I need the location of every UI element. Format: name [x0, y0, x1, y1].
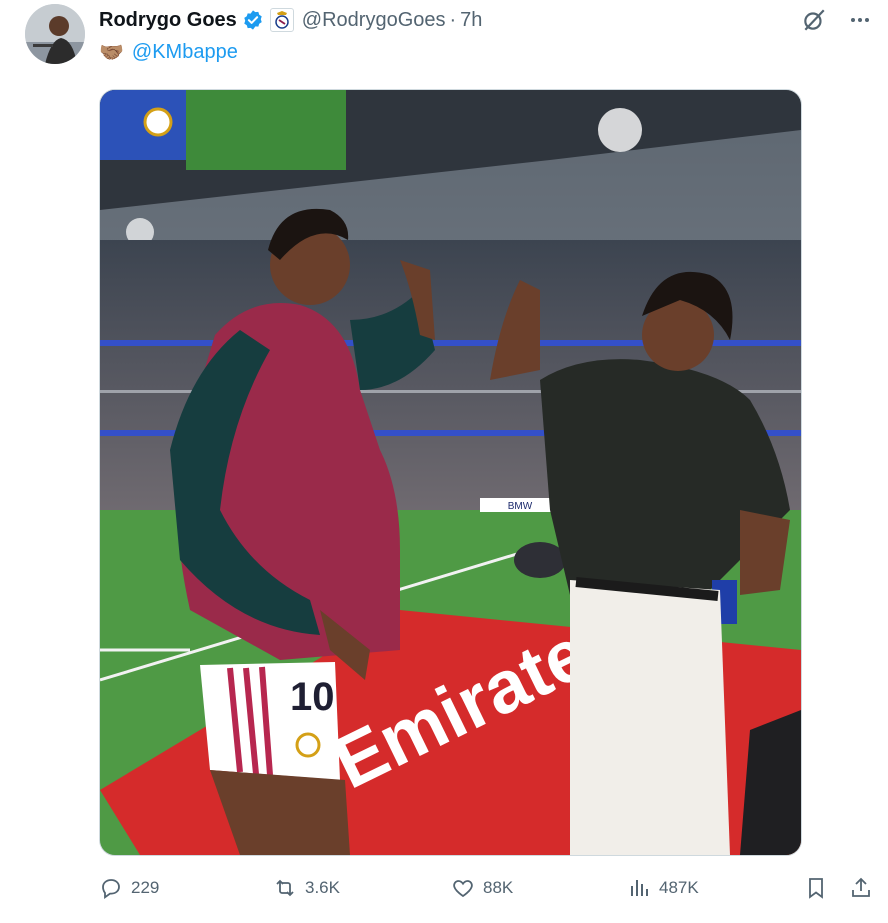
- more-options-icon[interactable]: [846, 6, 874, 34]
- view-count: 487K: [659, 878, 699, 897]
- handshake-emoji: 🤝🏽: [99, 42, 124, 64]
- separator-dot: ·: [449, 8, 457, 31]
- affiliation-crest-icon[interactable]: [269, 8, 294, 32]
- jersey-number-text: 10: [290, 675, 335, 719]
- repost-button[interactable]: 3.6K: [273, 870, 340, 906]
- tweet: Rodrygo Goes @RodrygoGoes · 7h 🤝🏽 @KMbap…: [0, 0, 888, 923]
- ad-board-text: BMW: [508, 501, 533, 512]
- bookmark-button[interactable]: [804, 876, 828, 905]
- tweet-action-bar: 229 3.6K 88K 487K: [99, 870, 879, 906]
- reply-icon: [102, 879, 120, 899]
- reply-count: 229: [131, 878, 160, 897]
- views-button[interactable]: 487K: [627, 870, 699, 906]
- repost-icon: [276, 879, 294, 897]
- verified-badge-icon: [242, 9, 264, 31]
- analytics-icon: [631, 880, 648, 896]
- share-icon: [852, 877, 870, 897]
- author-handle[interactable]: @RodrygoGoes: [302, 9, 446, 32]
- tweet-photo[interactable]: BMW Emirates 10: [99, 89, 802, 856]
- like-button[interactable]: 88K: [451, 870, 513, 906]
- tweet-text: 🤝🏽 @KMbappe: [99, 40, 238, 65]
- share-button[interactable]: [849, 876, 873, 905]
- tweet-timestamp[interactable]: 7h: [460, 9, 482, 32]
- tweet-header: Rodrygo Goes @RodrygoGoes · 7h: [99, 6, 482, 34]
- tweet-top-actions: [800, 6, 874, 34]
- reply-button[interactable]: 229: [99, 870, 159, 906]
- grok-icon[interactable]: [800, 6, 828, 34]
- repost-count: 3.6K: [305, 878, 340, 897]
- like-count: 88K: [483, 878, 514, 897]
- heart-icon: [453, 880, 473, 898]
- author-name[interactable]: Rodrygo Goes: [99, 9, 237, 32]
- avatar[interactable]: [25, 4, 85, 64]
- mention-link[interactable]: @KMbappe: [132, 41, 238, 64]
- bookmark-icon: [809, 878, 823, 899]
